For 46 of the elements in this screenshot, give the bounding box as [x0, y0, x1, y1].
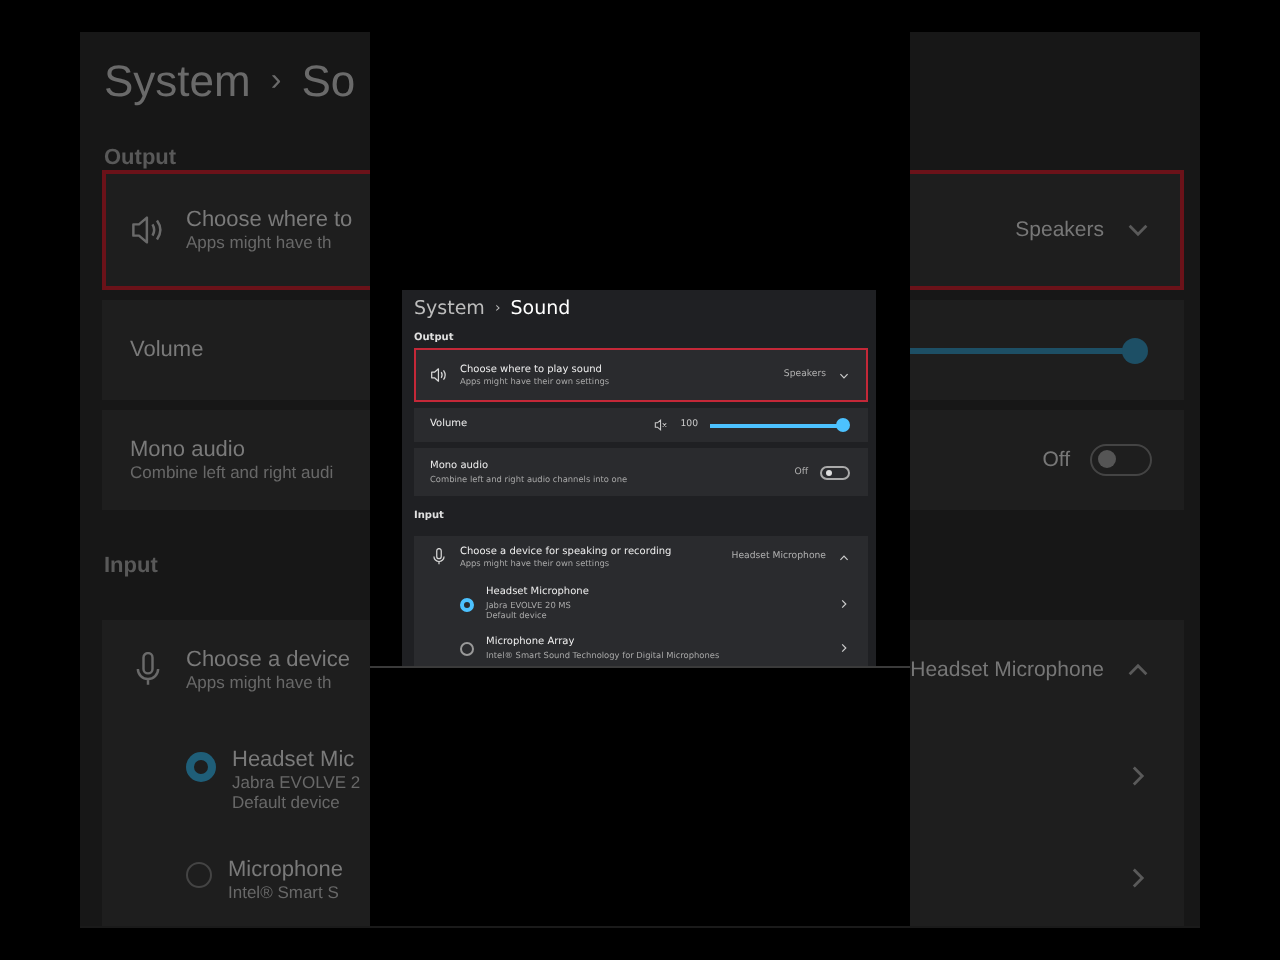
setting-title: Choose where to — [186, 208, 353, 232]
setting-description: Combine left and right audi — [130, 462, 334, 482]
selected-device: Speakers — [1015, 218, 1104, 242]
radio-button[interactable] — [186, 752, 216, 782]
volume-slider[interactable] — [710, 418, 850, 432]
radio-button[interactable] — [460, 597, 474, 611]
setting-description: Apps might have th — [186, 672, 334, 692]
chevron-icon[interactable] — [838, 551, 850, 563]
selected-device: Headset Microphone — [910, 658, 1104, 682]
radio-button[interactable] — [186, 862, 212, 888]
slider-thumb[interactable] — [1122, 337, 1148, 363]
radio-button[interactable] — [460, 641, 474, 655]
chevron-right-icon[interactable] — [838, 598, 850, 610]
toggle-switch[interactable] — [1090, 444, 1152, 476]
volume-slider[interactable] — [910, 337, 1148, 363]
device-detail: Default device — [232, 792, 342, 812]
microphone-icon — [430, 548, 448, 566]
setting-description: Apps might have th — [186, 232, 334, 252]
device-name: Microphone — [228, 858, 343, 882]
toggle-state: Off — [1042, 448, 1070, 472]
input-device-card[interactable]: Choose a device Apps might have th — [102, 620, 370, 720]
section-heading: Input — [104, 553, 158, 577]
input-device-card[interactable]: Headset Microphone — [910, 620, 1184, 720]
breadcrumb-separator: › — [270, 64, 282, 100]
device-detail: Jabra EVOLVE 2 — [232, 772, 361, 792]
section-heading: Output — [104, 146, 177, 170]
speaker-icon — [130, 212, 166, 248]
output-device-card[interactable]: Choose where to Apps might have th — [102, 170, 370, 290]
setting-title: Choose a device — [186, 648, 350, 672]
setting-title: Volume — [130, 338, 204, 362]
device-option[interactable]: Microphone Intel® Smart S — [102, 830, 370, 926]
page-title: So — [301, 56, 356, 108]
output-device-card[interactable]: Speakers — [910, 170, 1184, 290]
device-detail: Intel® Smart S — [228, 882, 341, 902]
mute-icon[interactable] — [654, 418, 669, 432]
speaker-icon — [430, 366, 448, 384]
breadcrumb-item[interactable]: System — [414, 297, 485, 319]
toggle-switch[interactable] — [820, 465, 850, 479]
breadcrumb-item[interactable]: Sound — [510, 297, 571, 319]
chevron-right-icon[interactable] — [838, 642, 850, 654]
chevron-icon[interactable] — [838, 369, 850, 381]
setting-title: Mono audio — [130, 438, 247, 462]
page-title: System — [104, 56, 251, 108]
slider-thumb[interactable] — [836, 418, 850, 432]
device-option[interactable]: Headset Mic Jabra EVOLVE 2 Default device — [102, 720, 370, 830]
device-name: Headset Mic — [232, 748, 357, 772]
